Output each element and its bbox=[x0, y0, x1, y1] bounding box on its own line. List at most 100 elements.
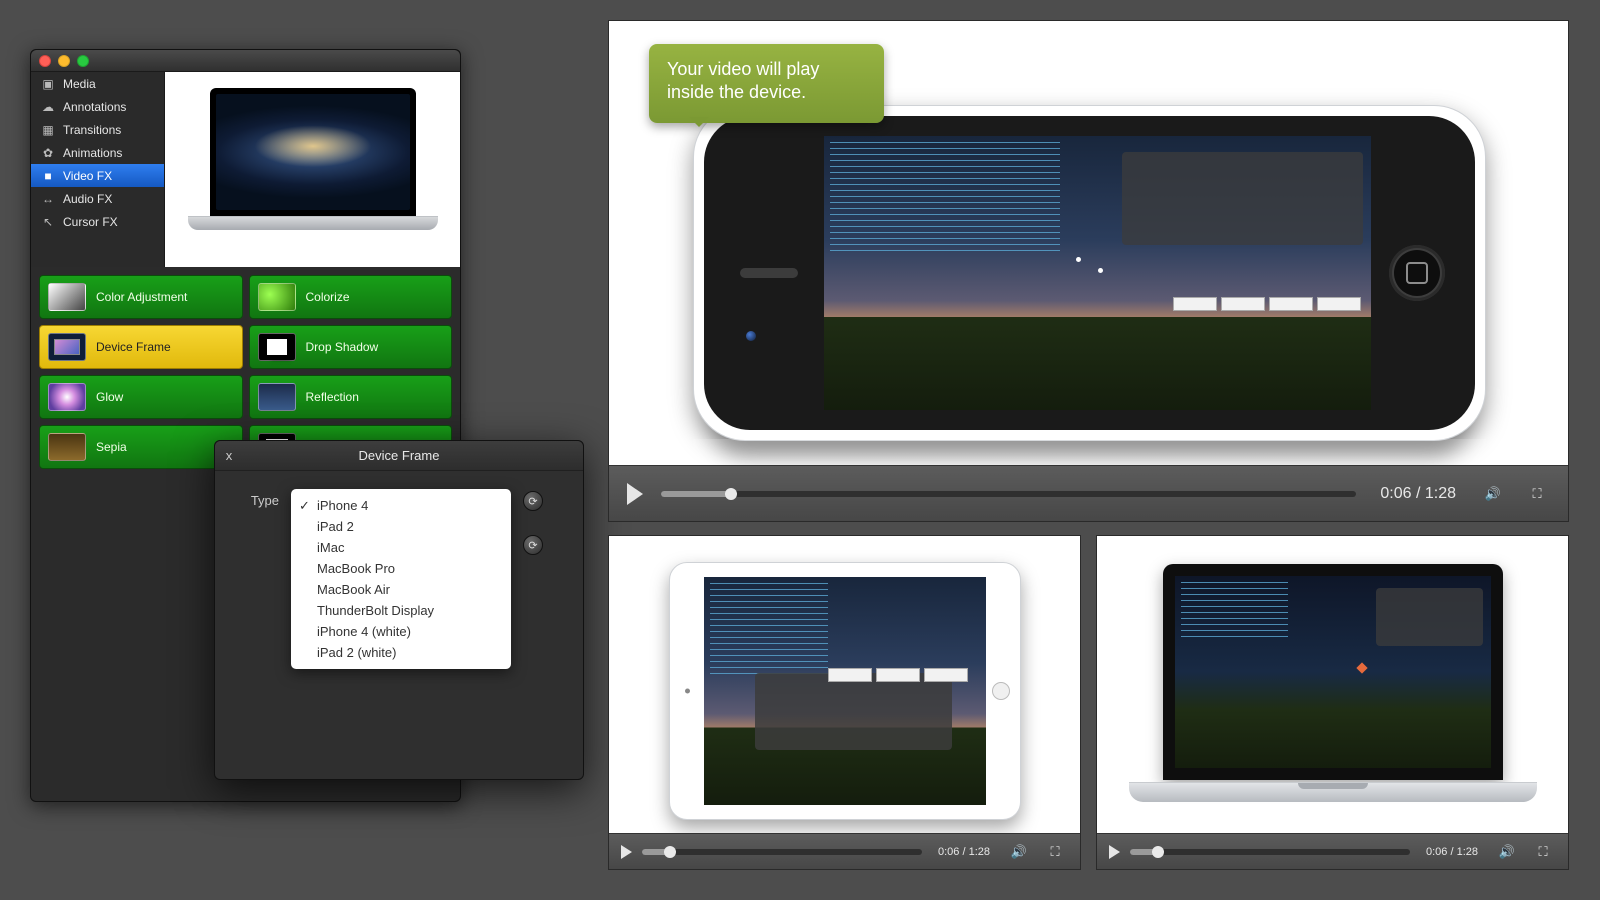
type-stepper-up[interactable]: ⟳ bbox=[523, 491, 543, 511]
fx-label: Device Frame bbox=[96, 340, 171, 354]
play-button[interactable] bbox=[621, 845, 632, 859]
sidebar-item-label: Transitions bbox=[63, 123, 121, 137]
traffic-zoom-icon[interactable] bbox=[77, 55, 89, 67]
fx-thumb-icon bbox=[48, 383, 86, 411]
fx-label: Sepia bbox=[96, 440, 127, 454]
animations-icon: ✿ bbox=[41, 146, 55, 160]
video-content bbox=[704, 577, 986, 805]
audio-fx-icon: ↔ bbox=[41, 192, 55, 206]
ipad-camera-icon bbox=[685, 689, 690, 694]
sidebar-item-label: Media bbox=[63, 77, 96, 91]
sidebar-item-annotations[interactable]: ☁ Annotations bbox=[31, 95, 164, 118]
media-icon: ▣ bbox=[41, 77, 55, 91]
fx-reflection[interactable]: Reflection bbox=[249, 375, 453, 419]
fullscreen-icon[interactable]: ⛶ bbox=[1524, 481, 1550, 507]
macbook-preview: 0:06 / 1:28 🔊 ⛶ bbox=[1096, 535, 1569, 870]
macbook-device-frame bbox=[1129, 564, 1537, 820]
sidebar-item-label: Animations bbox=[63, 146, 122, 160]
dropdown-option[interactable]: iPhone 4 (white) bbox=[291, 621, 511, 642]
main-playbar: 0:06 / 1:28 🔊 ⛶ bbox=[609, 465, 1568, 521]
dropdown-option[interactable]: iPad 2 (white) bbox=[291, 642, 511, 663]
ipad-home-button-icon bbox=[992, 682, 1010, 700]
scrubber-handle[interactable] bbox=[725, 488, 737, 500]
cursor-fx-icon: ↖ bbox=[41, 215, 55, 229]
fx-thumb-icon bbox=[48, 333, 86, 361]
video-content bbox=[1175, 576, 1491, 768]
fx-thumb-icon bbox=[258, 333, 296, 361]
scrubber[interactable] bbox=[1130, 849, 1410, 855]
annotations-icon: ☁ bbox=[41, 100, 55, 114]
fx-label: Colorize bbox=[306, 290, 350, 304]
type-stepper-down[interactable]: ⟳ bbox=[523, 535, 543, 555]
fullscreen-icon[interactable]: ⛶ bbox=[1042, 839, 1068, 865]
sidebar-item-transitions[interactable]: ▦ Transitions bbox=[31, 118, 164, 141]
fx-label: Glow bbox=[96, 390, 123, 404]
traffic-close-icon[interactable] bbox=[39, 55, 51, 67]
video-canvas: Your video will play inside the device. bbox=[609, 21, 1568, 465]
sidebar-item-label: Cursor FX bbox=[63, 215, 118, 229]
fx-colorize[interactable]: Colorize bbox=[249, 275, 453, 319]
timecode-label: 0:06 / 1:28 bbox=[938, 846, 990, 858]
iphone-home-button-icon bbox=[1389, 245, 1445, 301]
dropdown-option[interactable]: MacBook Air bbox=[291, 579, 511, 600]
window-titlebar[interactable] bbox=[31, 50, 460, 72]
dropdown-option[interactable]: iPhone 4 bbox=[291, 495, 511, 516]
macbook-preview-image bbox=[188, 82, 438, 242]
video-canvas bbox=[609, 536, 1080, 833]
dropdown-option[interactable]: iMac bbox=[291, 537, 511, 558]
timecode-label: 0:06 / 1:28 bbox=[1426, 846, 1478, 858]
fx-label: Color Adjustment bbox=[96, 290, 187, 304]
popover-header: x Device Frame bbox=[215, 441, 583, 471]
scrubber-handle[interactable] bbox=[1152, 846, 1164, 858]
fx-thumb-icon bbox=[258, 383, 296, 411]
volume-icon[interactable]: 🔊 bbox=[1480, 481, 1506, 507]
fx-color-adjustment[interactable]: Color Adjustment bbox=[39, 275, 243, 319]
video-canvas bbox=[1097, 536, 1568, 833]
fx-label: Reflection bbox=[306, 390, 359, 404]
sidebar-item-media[interactable]: ▣ Media bbox=[31, 72, 164, 95]
sidebar-item-label: Video FX bbox=[63, 169, 112, 183]
small-playbar: 0:06 / 1:28 🔊 ⛶ bbox=[1097, 833, 1568, 869]
fx-thumb-icon bbox=[258, 283, 296, 311]
dropdown-option[interactable]: iPad 2 bbox=[291, 516, 511, 537]
dropdown-option[interactable]: MacBook Pro bbox=[291, 558, 511, 579]
scrubber-handle[interactable] bbox=[664, 846, 676, 858]
small-playbar: 0:06 / 1:28 🔊 ⛶ bbox=[609, 833, 1080, 869]
ipad-device-frame bbox=[669, 562, 1021, 820]
scrubber[interactable] bbox=[661, 491, 1356, 497]
volume-icon[interactable]: 🔊 bbox=[1006, 839, 1032, 865]
transitions-icon: ▦ bbox=[41, 123, 55, 137]
device-frame-popover: x Device Frame Type iPhone 4 iPad 2 iMac… bbox=[214, 440, 584, 780]
iphone-device-frame bbox=[693, 105, 1486, 441]
fx-thumb-icon bbox=[48, 283, 86, 311]
fx-label: Drop Shadow bbox=[306, 340, 379, 354]
traffic-minimize-icon[interactable] bbox=[58, 55, 70, 67]
sidebar-item-cursor-fx[interactable]: ↖ Cursor FX bbox=[31, 210, 164, 233]
scrubber[interactable] bbox=[642, 849, 922, 855]
iphone-speaker-icon bbox=[740, 268, 798, 278]
device-type-dropdown[interactable]: iPhone 4 iPad 2 iMac MacBook Pro MacBook… bbox=[291, 489, 511, 669]
fx-device-frame[interactable]: Device Frame bbox=[39, 325, 243, 369]
fullscreen-icon[interactable]: ⛶ bbox=[1530, 839, 1556, 865]
video-content bbox=[824, 136, 1371, 410]
device-reflection bbox=[693, 439, 1486, 465]
iphone-camera-icon bbox=[746, 331, 756, 341]
sidebar-item-label: Annotations bbox=[63, 100, 126, 114]
sidebar-item-label: Audio FX bbox=[63, 192, 112, 206]
dropdown-option[interactable]: ThunderBolt Display bbox=[291, 600, 511, 621]
macbook-base bbox=[1129, 782, 1537, 802]
sidebar-item-audio-fx[interactable]: ↔ Audio FX bbox=[31, 187, 164, 210]
sidebar-item-animations[interactable]: ✿ Animations bbox=[31, 141, 164, 164]
play-button[interactable] bbox=[1109, 845, 1120, 859]
volume-icon[interactable]: 🔊 bbox=[1494, 839, 1520, 865]
fx-drop-shadow[interactable]: Drop Shadow bbox=[249, 325, 453, 369]
fx-sepia[interactable]: Sepia bbox=[39, 425, 243, 469]
play-button[interactable] bbox=[627, 483, 643, 505]
sidebar-item-video-fx[interactable]: ■ Video FX bbox=[31, 164, 164, 187]
fx-thumb-icon bbox=[48, 433, 86, 461]
popover-close-button[interactable]: x bbox=[215, 448, 243, 463]
fx-glow[interactable]: Glow bbox=[39, 375, 243, 419]
popover-title: Device Frame bbox=[215, 448, 583, 463]
video-fx-icon: ■ bbox=[41, 169, 55, 183]
tutorial-callout: Your video will play inside the device. bbox=[649, 44, 884, 123]
